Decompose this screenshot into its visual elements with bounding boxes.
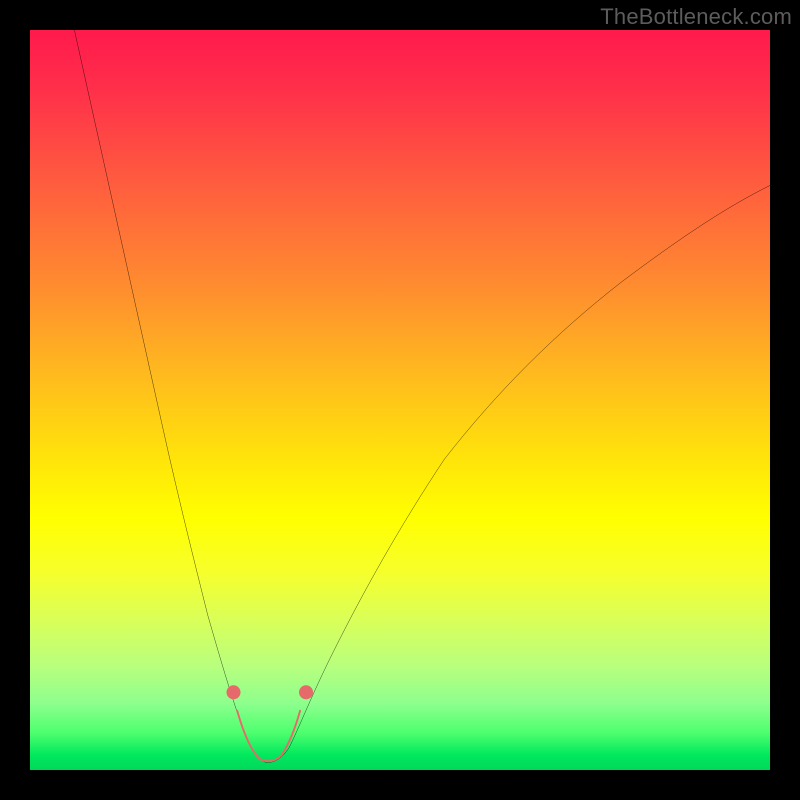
plot-area <box>30 30 770 770</box>
marker-dot-right <box>299 685 313 699</box>
curve-path <box>74 30 770 763</box>
chart-frame: TheBottleneck.com <box>0 0 800 800</box>
bottleneck-curve <box>30 30 770 770</box>
marker-dot-left <box>226 685 240 699</box>
highlight-segment <box>237 711 300 762</box>
watermark-text: TheBottleneck.com <box>600 4 792 30</box>
